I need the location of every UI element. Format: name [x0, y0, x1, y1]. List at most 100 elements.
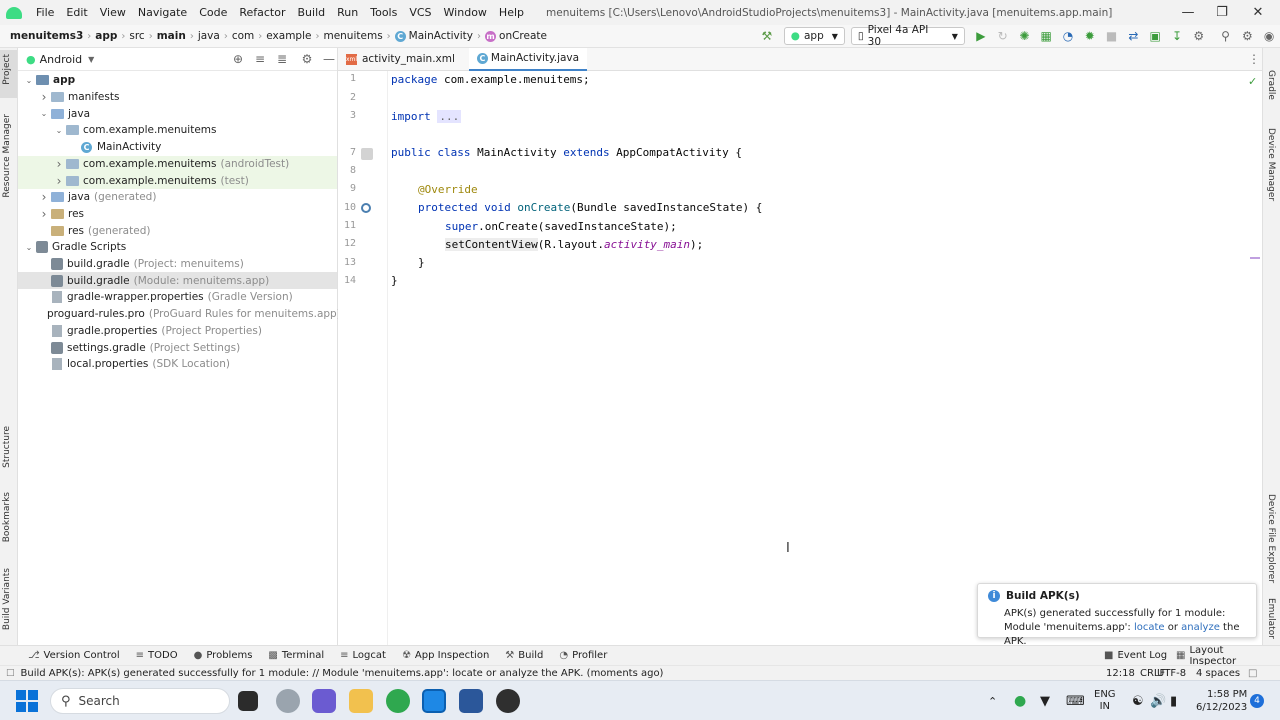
- tool-version-control[interactable]: ⎇ Version Control: [20, 650, 128, 661]
- file-encoding[interactable]: UTF-8: [1157, 668, 1186, 679]
- debug-icon[interactable]: ✺: [1017, 28, 1033, 44]
- rerun-icon[interactable]: ↻: [995, 28, 1011, 44]
- caret-position[interactable]: 12:18: [1106, 668, 1135, 679]
- keyboard-icon[interactable]: ⌨: [1066, 681, 1085, 720]
- run-config-select[interactable]: ● app ▼: [783, 27, 845, 45]
- tool-tab-build-variants[interactable]: Build Variants: [2, 568, 12, 630]
- indent-setting[interactable]: 4 spaces: [1196, 668, 1240, 679]
- clock[interactable]: 1:58 PM 6/12/2023: [1196, 681, 1247, 720]
- hammer-icon[interactable]: ⚒: [759, 28, 775, 44]
- tool-profiler[interactable]: ◔ Profiler: [551, 650, 615, 661]
- menu-vcs[interactable]: VCS: [403, 6, 437, 19]
- tool-tab-gradle[interactable]: Gradle: [1266, 70, 1276, 100]
- project-view-select[interactable]: Android: [40, 53, 83, 66]
- breadcrumb-menuitems[interactable]: menuitems: [319, 30, 386, 42]
- windows-start-icon[interactable]: [16, 690, 38, 712]
- menu-run[interactable]: Run: [331, 6, 364, 19]
- gear-icon[interactable]: ⚙: [299, 51, 315, 67]
- security-icon[interactable]: ●: [1014, 681, 1026, 720]
- edge-icon[interactable]: [276, 689, 300, 713]
- chevron-down-icon[interactable]: ⌄: [24, 243, 34, 252]
- notification-badge[interactable]: 4: [1250, 694, 1264, 708]
- tool-logcat[interactable]: ≡ Logcat: [332, 650, 394, 661]
- tool-tab-device-file-explorer[interactable]: Device File Explorer: [1266, 494, 1276, 583]
- menu-view[interactable]: View: [94, 6, 132, 19]
- breadcrumb-java[interactable]: java: [194, 30, 224, 42]
- tree-item[interactable]: › java (generated): [18, 189, 337, 206]
- locate-icon[interactable]: ⊕: [230, 51, 246, 67]
- battery-icon[interactable]: ▮: [1170, 681, 1177, 720]
- task-view-icon[interactable]: [238, 691, 258, 711]
- chevron-right-icon[interactable]: ›: [39, 90, 49, 104]
- tool-app-inspection[interactable]: ☢ App Inspection: [394, 650, 497, 661]
- tree-item[interactable]: › manifests: [18, 89, 337, 106]
- device-manager-icon[interactable]: ▣: [1147, 28, 1163, 44]
- file-explorer-icon[interactable]: [349, 689, 373, 713]
- wifi-icon[interactable]: ☯: [1132, 681, 1144, 720]
- breadcrumb-src[interactable]: src: [125, 30, 148, 42]
- run-icon[interactable]: ▶: [973, 28, 989, 44]
- chevron-down-icon[interactable]: ▼: [88, 55, 94, 64]
- lock-icon[interactable]: □: [1248, 668, 1257, 679]
- chrome-icon[interactable]: [386, 689, 410, 713]
- tree-item[interactable]: ⌄ app: [18, 72, 337, 89]
- status-icon[interactable]: □: [6, 668, 15, 678]
- tree-item[interactable]: proguard-rules.pro (ProGuard Rules for me…: [18, 306, 341, 323]
- override-gutter-icon[interactable]: [361, 203, 371, 213]
- tool-tab-resource-manager[interactable]: Resource Manager: [2, 114, 12, 198]
- coverage-icon[interactable]: ▦: [1038, 28, 1054, 44]
- tool-layout-inspector[interactable]: ▦ Layout Inspector: [1168, 645, 1280, 667]
- sdk-manager-icon[interactable]: ↧: [1169, 28, 1185, 44]
- maximize-icon[interactable]: ❐: [1204, 0, 1240, 25]
- tree-item[interactable]: res (generated): [18, 222, 337, 239]
- menu-edit[interactable]: Edit: [60, 6, 93, 19]
- chevron-down-icon[interactable]: ⌄: [39, 109, 49, 118]
- tree-item[interactable]: gradle.properties (Project Properties): [18, 323, 337, 340]
- tool-event-log[interactable]: ■ Event Log: [1096, 650, 1175, 661]
- collapse-all-icon[interactable]: ≣: [274, 51, 290, 67]
- account-icon[interactable]: ◉: [1261, 28, 1277, 44]
- tree-item[interactable]: › com.example.menuitems (test): [18, 172, 337, 189]
- profile-icon[interactable]: ◔: [1060, 28, 1076, 44]
- tree-item[interactable]: ⌄ java: [18, 105, 337, 122]
- breadcrumb-mainactivity[interactable]: C MainActivity: [391, 30, 477, 42]
- tree-item[interactable]: gradle-wrapper.properties (Gradle Version…: [18, 289, 337, 306]
- breadcrumb-example[interactable]: example: [262, 30, 315, 42]
- attach-debugger-icon[interactable]: ✹: [1082, 28, 1098, 44]
- volume-icon[interactable]: 🔊: [1150, 681, 1166, 720]
- menu-refactor[interactable]: Refactor: [233, 6, 291, 19]
- tree-item[interactable]: build.gradle (Module: menuitems.app): [18, 272, 337, 290]
- breadcrumb-app[interactable]: app: [91, 30, 121, 42]
- build-notification[interactable]: i Build APK(s) APK(s) generated successf…: [977, 583, 1257, 647]
- minimize-icon[interactable]: —: [1170, 0, 1206, 25]
- chevron-up-icon[interactable]: ⌃: [988, 681, 997, 720]
- folded-imports[interactable]: ...: [437, 110, 462, 123]
- microphone-icon[interactable]: ▼: [1040, 681, 1050, 720]
- tool-tab-device-manager[interactable]: Device Manager: [1266, 128, 1276, 201]
- breadcrumb-main[interactable]: main: [153, 30, 190, 42]
- tree-item[interactable]: › com.example.menuitems (androidTest): [18, 155, 337, 173]
- tool-tab-bookmarks[interactable]: Bookmarks: [2, 492, 12, 542]
- search-icon[interactable]: ⚲: [1218, 28, 1234, 44]
- settings-icon[interactable]: ⚙: [1239, 28, 1255, 44]
- close-icon[interactable]: ✕: [1240, 0, 1276, 25]
- stop-icon[interactable]: ■: [1104, 28, 1120, 44]
- tool-problems[interactable]: ● Problems: [186, 650, 261, 661]
- tree-item[interactable]: ⌄ Gradle Scripts: [18, 239, 337, 256]
- activity-gutter-icon[interactable]: [361, 148, 373, 160]
- breadcrumb-com[interactable]: com: [228, 30, 258, 42]
- analyze-link[interactable]: analyze: [1181, 622, 1220, 633]
- menu-help[interactable]: Help: [493, 6, 530, 19]
- tree-item[interactable]: settings.gradle (Project Settings): [18, 339, 337, 356]
- locate-link[interactable]: locate: [1134, 622, 1165, 633]
- chevron-right-icon[interactable]: ›: [39, 190, 49, 204]
- tool-tab-project[interactable]: Project: [2, 54, 12, 85]
- tab-mainactivity-java[interactable]: C MainActivity.java: [468, 47, 588, 71]
- tree-item[interactable]: ⌄ com.example.menuitems: [18, 122, 337, 139]
- tool-tab-structure[interactable]: Structure: [2, 426, 12, 468]
- menu-navigate[interactable]: Navigate: [132, 6, 193, 19]
- breadcrumb-oncreate[interactable]: m onCreate: [481, 30, 551, 42]
- chevron-right-icon[interactable]: ›: [54, 157, 64, 171]
- tool-build[interactable]: ⚒ Build: [497, 650, 551, 661]
- tool-tab-emulator[interactable]: Emulator: [1266, 598, 1276, 639]
